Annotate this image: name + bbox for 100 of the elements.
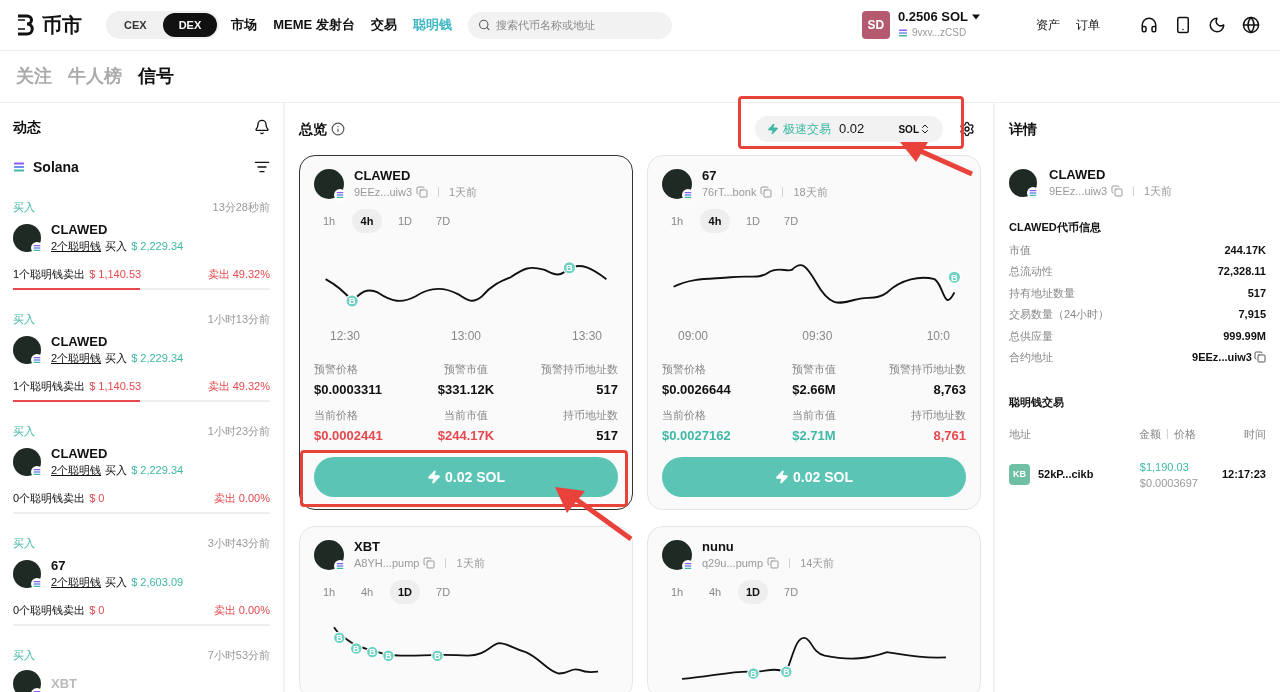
signal-item[interactable]: 买入 3小时43分前 67 2个聪明钱 买入 $ 2,603.09 0个聪明钱卖出 $ 0 卖出 0.00%: [13, 523, 270, 635]
stat-label: 预警持币地址数: [541, 362, 618, 377]
stat-value: 8,761: [933, 426, 966, 445]
stat-value: 517: [596, 380, 618, 399]
stat-label: 持币地址数: [563, 408, 618, 423]
info-value: 244.17K: [1224, 242, 1266, 258]
token-card[interactable]: nunu q29u...pump 14天前 1h 4h 1D 7D B B: [647, 526, 981, 692]
timeframe-tab[interactable]: 1D: [390, 579, 421, 604]
buy-marker: B: [562, 261, 577, 275]
caret-icon[interactable]: [972, 14, 980, 20]
axis-time-label: 13:30: [571, 328, 602, 345]
signal-time: 1小时23分前: [207, 424, 270, 439]
timeframe-tab[interactable]: 7D: [428, 208, 459, 233]
token-address: q29u...pump: [702, 556, 764, 571]
timeframe-tab[interactable]: 7D: [776, 579, 807, 604]
bell-icon[interactable]: [254, 119, 270, 135]
sell-ratio: 卖出 49.32%: [207, 378, 270, 394]
token-card[interactable]: XBT A8YH...pump 1天前 1h 4h 1D 7D B B B B B: [299, 526, 633, 692]
timeframe-tab[interactable]: 1h: [662, 208, 692, 233]
nav-link[interactable]: 交易: [370, 15, 397, 35]
info-label: 总流动性: [1009, 264, 1053, 279]
stat-label: 预警价格: [314, 362, 358, 377]
signal-tag: 买入: [13, 311, 35, 328]
buy-amount: $ 2,229.34: [131, 350, 184, 366]
sell-count: 0个聪明钱卖出: [13, 490, 86, 506]
copy-icon[interactable]: [1254, 351, 1266, 364]
header-link[interactable]: 资产: [1036, 16, 1060, 34]
trade-amount: $1,190.03: [1139, 459, 1190, 475]
quick-trade-amount[interactable]: 0.02: [839, 119, 865, 139]
timeframe-tab[interactable]: 1D: [738, 579, 769, 604]
chain-icon: [684, 191, 692, 200]
chain-icon: [33, 355, 41, 364]
stat-label: 预警市值: [792, 362, 836, 377]
settings-icon[interactable]: [959, 121, 975, 137]
timeframe-tab[interactable]: 4h: [352, 208, 382, 233]
wallet-balance[interactable]: 0.2506 SOL: [897, 9, 968, 25]
info-label: 交易数量（24小时）: [1009, 307, 1110, 322]
signal-item[interactable]: 买入 1小时23分前 CLAWED 2个聪明钱 买入 $ 2,229.34 0个聪明钱卖出 $ 0 卖出 0.00%: [13, 411, 270, 523]
filter-icon[interactable]: [254, 159, 270, 175]
timeframe-tab[interactable]: 4h: [700, 208, 730, 233]
stat-value: 8,763: [933, 380, 966, 399]
smart-money-link[interactable]: 2个聪明钱: [51, 237, 102, 254]
unit-selector[interactable]: SOL: [898, 121, 919, 137]
phone-icon[interactable]: [1174, 16, 1192, 34]
timeframe-tab[interactable]: 1D: [738, 208, 769, 233]
market-option[interactable]: CEX: [108, 12, 163, 38]
stat-value: $2.71M: [792, 426, 836, 445]
search-input[interactable]: 搜索代币名称或地址: [496, 16, 662, 34]
stat-value: $0.0026644: [662, 380, 731, 399]
buy-marker: B: [431, 649, 444, 662]
sell-amount: $ 1,140.53: [89, 378, 142, 394]
token-image: [1009, 169, 1037, 197]
token-card[interactable]: CLAWED 9EEz...uiw3 1天前 1h 4h 1D 7D B B 12:30 13:00 13:30 预警价格 $0.0003311 预警市值 $331.12K 预警持币地址数 517 当前价格 $0.0002441 当前市值 $244.17K 持币地址数 517 0.02 SOL: [299, 155, 633, 510]
token-name: 67: [51, 557, 67, 574]
panel-title: 详情: [1009, 119, 1037, 139]
nav-link[interactable]: MEME 发射台: [273, 15, 355, 35]
axis-time-label: 12:30: [330, 328, 361, 345]
trader-address[interactable]: 52kP...cikb: [1038, 466, 1094, 483]
bolt-icon: [775, 470, 790, 484]
timeframe-tab[interactable]: 7D: [428, 579, 459, 604]
page-tab[interactable]: 信号: [138, 63, 174, 90]
moon-icon[interactable]: [1208, 16, 1226, 34]
column-header: 地址: [1009, 427, 1031, 442]
search-field[interactable]: 搜索代币名称或地址: [467, 11, 672, 39]
timeframe-tab[interactable]: 1h: [662, 579, 692, 604]
chain-name[interactable]: Solana: [33, 156, 79, 178]
chain-icon: [33, 579, 41, 588]
token-card[interactable]: 67 76rT...bonk 18天前 1h 4h 1D 7D B 09:00 09:30 10:0 预警价格 $0.0026644 预警市值 $2.66M 预警持币地址数 8,763 当前价格 $0.0027162 当前市值 $2.71M 持币地址数 8,761 0.02 SOL: [647, 155, 981, 510]
token-name: CLAWED: [354, 168, 412, 184]
market-switch[interactable]: CEX DEX: [106, 10, 220, 40]
timeframe-tab[interactable]: 7D: [776, 208, 807, 233]
smart-money-link[interactable]: 2个聪明钱: [51, 573, 102, 590]
smart-money-link[interactable]: 2个聪明钱: [51, 349, 102, 366]
signal-tag: 买入: [13, 647, 35, 664]
market-option[interactable]: DEX: [162, 12, 218, 38]
smart-money-link[interactable]: 2个聪明钱: [51, 461, 102, 478]
support-icon[interactable]: [1140, 16, 1158, 34]
timeframe-tab[interactable]: 1D: [390, 208, 421, 233]
token-name: CLAWED: [51, 221, 109, 238]
quick-trade-field[interactable]: 极速交易 0.02 SOL: [755, 116, 943, 142]
sell-count: 1个聪明钱卖出: [13, 378, 86, 394]
timeframe-tab[interactable]: 1h: [314, 579, 344, 604]
timeframe-tab[interactable]: 1h: [314, 208, 344, 233]
account-avatar[interactable]: SD: [861, 11, 890, 39]
sort-icon[interactable]: [919, 123, 931, 135]
buy-marker: B: [345, 294, 359, 308]
info-value: 517: [1247, 285, 1266, 301]
buy-marker: B: [333, 631, 346, 645]
sell-count: 1个聪明钱卖出: [13, 266, 86, 282]
buy-marker: B: [947, 270, 962, 284]
globe-icon[interactable]: [1242, 16, 1260, 34]
trade-price: $0.0003697: [1139, 475, 1198, 491]
token-name: XBT: [354, 539, 381, 555]
wallet-address: 9vxv...zCSD: [911, 26, 967, 40]
header-link[interactable]: 订单: [1076, 16, 1100, 34]
buy-marker: B: [780, 665, 793, 679]
token-name: CLAWED: [51, 445, 109, 462]
token-image: [13, 447, 41, 476]
info-icon[interactable]: [331, 122, 345, 136]
nav-link[interactable]: 市场: [231, 15, 258, 35]
